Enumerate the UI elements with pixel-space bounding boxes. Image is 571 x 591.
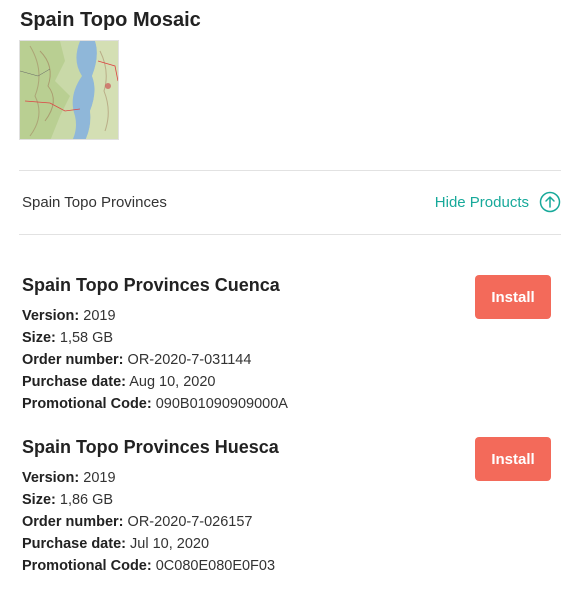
promo-code-value: 0C080E080E0F03 [155, 558, 276, 574]
size-value: 1,86 GB [59, 492, 114, 508]
purchase-date-label: Purchase date: [22, 536, 126, 552]
promo-code-label: Promotional Code: [22, 558, 152, 574]
promo-code-row: Promotional Code: 090B01090909000A [22, 393, 552, 415]
product-name: Spain Topo Provinces Huesca [22, 437, 279, 457]
hide-products-label[interactable]: Hide Products [435, 194, 529, 211]
order-number-value: OR-2020-7-026157 [127, 514, 253, 530]
hide-products-toggle[interactable]: Hide Products [435, 191, 561, 213]
version-value: 2019 [83, 470, 116, 486]
product-item: Spain Topo Provinces Huesca Version: 201… [22, 437, 552, 577]
product-item: Spain Topo Provinces Cuenca Version: 201… [22, 275, 552, 415]
provinces-section-label: Spain Topo Provinces [22, 194, 167, 211]
arrow-up-circle-icon[interactable] [539, 191, 561, 213]
install-button[interactable]: Install [475, 437, 551, 481]
order-number-value: OR-2020-7-031144 [127, 352, 252, 368]
size-row: Size: 1,86 GB [22, 489, 552, 511]
version-label: Version: [22, 308, 80, 324]
product-title: Spain Topo Mosaic [20, 9, 201, 31]
version-label: Version: [22, 470, 80, 486]
section-divider-bottom [19, 234, 561, 235]
order-number-row: Order number: OR-2020-7-031144 [22, 349, 552, 371]
size-label: Size: [22, 330, 56, 346]
purchase-date-value: Aug 10, 2020 [129, 374, 216, 390]
version-value: 2019 [83, 308, 116, 324]
version-row: Version: 2019 [22, 305, 552, 327]
purchase-date-row: Purchase date: Aug 10, 2020 [22, 371, 552, 393]
version-row: Version: 2019 [22, 467, 552, 489]
install-button[interactable]: Install [475, 275, 551, 319]
provinces-header: Spain Topo Provinces Hide Products [19, 171, 561, 234]
size-row: Size: 1,58 GB [22, 327, 552, 349]
promo-code-row: Promotional Code: 0C080E080E0F03 [22, 555, 552, 577]
promo-code-value: 090B01090909000A [155, 396, 288, 412]
size-label: Size: [22, 492, 56, 508]
product-name: Spain Topo Provinces Cuenca [22, 275, 280, 295]
order-number-row: Order number: OR-2020-7-026157 [22, 511, 552, 533]
order-number-label: Order number: [22, 514, 124, 530]
purchase-date-value: Jul 10, 2020 [130, 536, 210, 552]
size-value: 1,58 GB [59, 330, 114, 346]
promo-code-label: Promotional Code: [22, 396, 152, 412]
map-thumbnail [19, 40, 119, 140]
purchase-date-label: Purchase date: [22, 374, 126, 390]
order-number-label: Order number: [22, 352, 124, 368]
purchase-date-row: Purchase date: Jul 10, 2020 [22, 533, 552, 555]
